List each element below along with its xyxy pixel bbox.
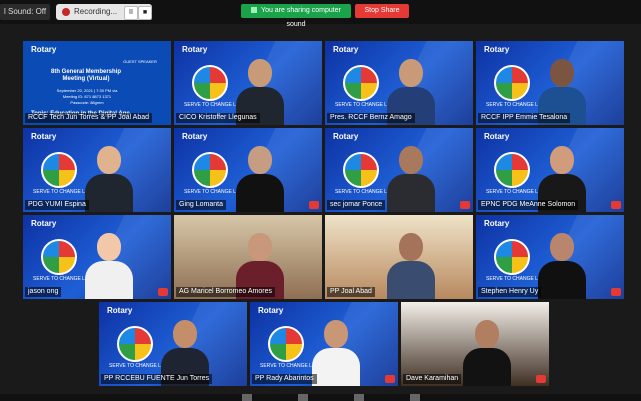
rotary-logo-icon <box>494 239 530 275</box>
rotary-label: Rotary <box>182 132 208 141</box>
participant-name: PDG YUMI Espina <box>25 200 89 210</box>
participant-video <box>459 320 515 386</box>
participant-name: EPNC PDG MeAnne Solomon <box>478 200 579 210</box>
recording-label: Recording... <box>74 7 118 16</box>
rotary-label: Rotary <box>31 132 57 141</box>
participant-name: RCCF Tech Jun Torres & PP Joal Abad <box>25 113 153 123</box>
slide-meeting-id: Meeting ID: 871 8873 1371 <box>62 94 112 99</box>
participant-video <box>383 233 439 299</box>
participant-video <box>383 146 439 212</box>
participant-name: Ging Lomanta <box>176 200 226 210</box>
rotary-logo-icon <box>268 326 304 362</box>
rotary-logo-icon <box>117 326 153 362</box>
video-tile-rccf-ipp-emmie-tesalona[interactable]: Rotary SERVE TO CHANGE LIVES RCCF IPP Emm… <box>476 41 624 125</box>
participant-video <box>232 146 288 212</box>
rotary-label: Rotary <box>484 45 510 54</box>
participant-name: CICO Kristoffer Llegunas <box>176 113 260 123</box>
rotary-label: Rotary <box>484 132 510 141</box>
video-tile-cico-kristoffer-llegunas[interactable]: Rotary SERVE TO CHANGE LIVES CICO Kristof… <box>174 41 322 125</box>
rotary-logo-icon <box>192 152 228 188</box>
rotary-logo-icon <box>343 65 379 101</box>
rotary-logo-icon <box>494 65 530 101</box>
mute-icon <box>385 375 395 383</box>
rotary-logo-icon <box>41 152 77 188</box>
video-tile-rccf-tech[interactable]: Rotary 8th General Membership Meeting (V… <box>23 41 171 125</box>
share-icon <box>251 7 258 14</box>
top-toolbar: l Sound: Off Recording... II ■ You are s… <box>0 0 641 28</box>
slide-guest: GUEST SPEAKER <box>123 59 157 64</box>
slide-title: 8th General Membership Meeting (Virtual) <box>50 69 122 82</box>
video-tile-ging-lomanta[interactable]: Rotary SERVE TO CHANGE LIVES Ging Lomanta <box>174 128 322 212</box>
rotary-logo-icon <box>192 65 228 101</box>
video-tile-pp-rady-abarintos[interactable]: Rotary SERVE TO CHANGE LIVES PP Rady Abar… <box>250 302 398 386</box>
mute-icon <box>611 288 621 296</box>
rotary-label: Rotary <box>31 219 57 228</box>
participant-name: PP Rady Abarintos <box>252 374 317 384</box>
participant-video <box>534 233 590 299</box>
rotary-label: Rotary <box>484 219 510 228</box>
video-tile-pp-rccebu-fuente-jun-torres[interactable]: Rotary SERVE TO CHANGE LIVES PP RCCEBU FU… <box>99 302 247 386</box>
video-tile-epnc-pdg-meanne-solomon[interactable]: Rotary SERVE TO CHANGE LIVES EPNC PDG MeA… <box>476 128 624 212</box>
video-tile-sec-jomar-ponce[interactable]: Rotary SERVE TO CHANGE LIVES sec jomar Po… <box>325 128 473 212</box>
sound-status[interactable]: l Sound: Off <box>0 4 51 20</box>
toolbar-icon[interactable] <box>298 394 308 401</box>
participant-name: Pres. RCCF Bernz Amago <box>327 113 415 123</box>
recording-control: Recording... II ■ <box>56 4 152 20</box>
video-tile-jason-ong[interactable]: Rotary SERVE TO CHANGE LIVES jason ong <box>23 215 171 299</box>
bottom-toolbar <box>0 394 641 401</box>
video-tile-stephen-henry-uy[interactable]: Rotary SERVE TO CHANGE LIVES Stephen Henr… <box>476 215 624 299</box>
participant-name: Stephen Henry Uy <box>478 287 542 297</box>
toolbar-icon[interactable] <box>410 394 420 401</box>
rotary-label: Rotary <box>31 45 57 54</box>
participant-name: PP RCCEBU FUENTE Jun Torres <box>101 374 213 384</box>
rotary-logo-icon <box>494 152 530 188</box>
participant-name: Dave Karamihan <box>403 374 462 384</box>
slide-passcode: Passcode: 88gmm <box>70 100 104 105</box>
video-tile-dave-karamihan[interactable]: Dave Karamihan <box>401 302 549 386</box>
mute-icon <box>460 201 470 209</box>
mute-icon <box>158 288 168 296</box>
rotary-label: Rotary <box>107 306 133 315</box>
participant-video <box>81 146 137 212</box>
participant-name: sec jomar Ponce <box>327 200 386 210</box>
toolbar-icon[interactable] <box>354 394 364 401</box>
participant-video <box>81 233 137 299</box>
rotary-label: Rotary <box>333 45 359 54</box>
video-tile-ag-maricel-borromeo-amores[interactable]: AG Maricel Borromeo Amores <box>174 215 322 299</box>
video-tile-pp-joal-abad[interactable]: PP Joal Abad <box>325 215 473 299</box>
sharing-status: You are sharing computer sound <box>241 4 351 28</box>
participant-name: RCCF IPP Emmie Tesalona <box>478 113 571 123</box>
participant-name: AG Maricel Borromeo Amores <box>176 287 275 297</box>
mute-icon <box>536 375 546 383</box>
participant-name: PP Joal Abad <box>327 287 375 297</box>
stop-recording-button[interactable]: ■ <box>138 6 152 20</box>
mute-icon <box>611 201 621 209</box>
rotary-label: Rotary <box>182 45 208 54</box>
participant-name: jason ong <box>25 287 62 297</box>
recording-dot-icon <box>62 8 70 16</box>
rotary-label: Rotary <box>258 306 284 315</box>
rotary-logo-icon <box>343 152 379 188</box>
stop-share-button[interactable]: Stop Share <box>355 4 409 18</box>
pause-recording-button[interactable]: II <box>124 6 138 20</box>
rotary-logo-icon <box>41 239 77 275</box>
rotary-label: Rotary <box>333 132 359 141</box>
slide-date: September 20, 2021 | 7:30 PM via <box>56 88 118 93</box>
toolbar-icon[interactable] <box>242 394 252 401</box>
video-tile-pres-rccf-bernz-amago[interactable]: Rotary SERVE TO CHANGE LIVES Pres. RCCF B… <box>325 41 473 125</box>
video-tile-pdg-yumi-espina[interactable]: Rotary SERVE TO CHANGE LIVES PDG YUMI Esp… <box>23 128 171 212</box>
mute-icon <box>309 201 319 209</box>
